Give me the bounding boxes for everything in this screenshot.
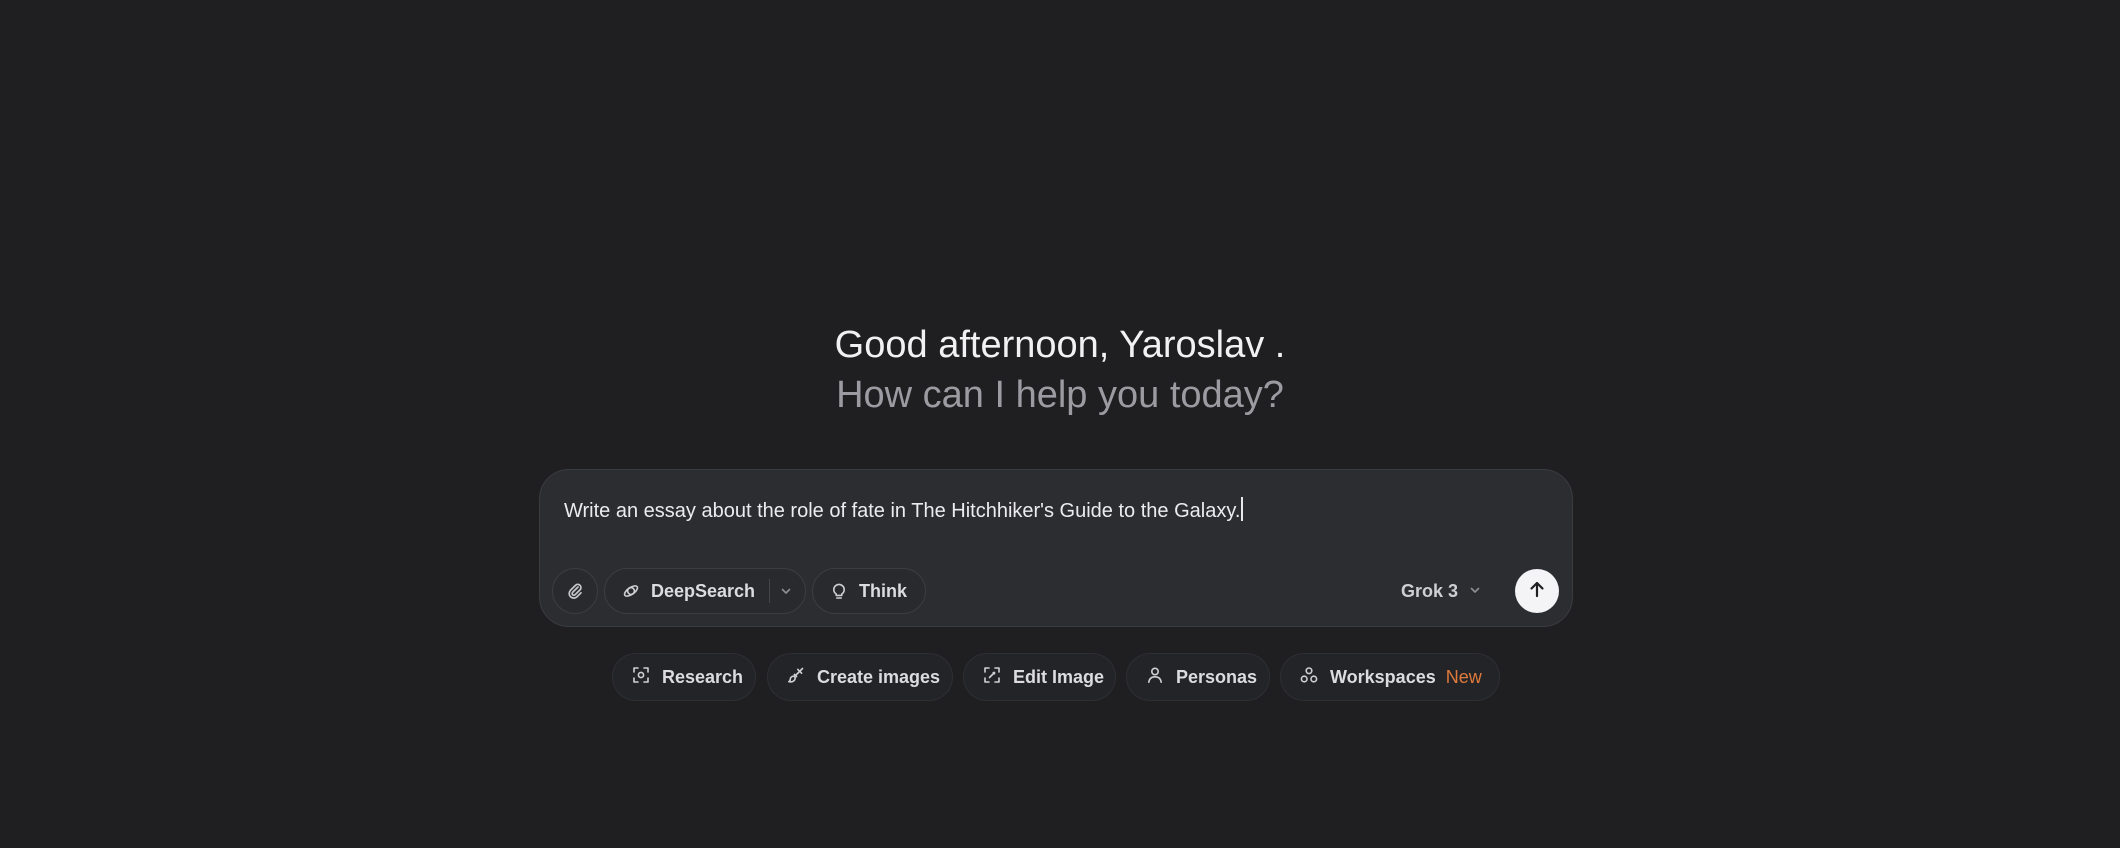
workspaces-label: Workspaces — [1330, 666, 1436, 687]
workspaces-icon — [1299, 665, 1319, 690]
prompt-text: Write an essay about the role of fate in… — [564, 500, 1241, 522]
deepsearch-button[interactable]: DeepSearch — [604, 568, 806, 614]
brush-icon — [786, 665, 806, 690]
create-images-button[interactable]: Create images — [767, 653, 953, 701]
paperclip-icon — [565, 581, 585, 601]
think-button[interactable]: Think — [812, 568, 926, 614]
deepsearch-icon — [621, 581, 641, 601]
chevron-down-icon — [1468, 581, 1482, 602]
text-caret — [1241, 497, 1244, 521]
chevron-down-icon[interactable] — [779, 584, 793, 598]
edit-image-label: Edit Image — [1013, 666, 1105, 687]
edit-image-button[interactable]: Edit Image — [963, 653, 1116, 701]
greeting-subtitle: How can I help you today? — [836, 374, 1284, 416]
new-badge: New — [1445, 666, 1482, 687]
personas-button[interactable]: Personas — [1126, 653, 1270, 701]
prompt-input[interactable]: Write an essay about the role of fate in… — [564, 497, 1244, 524]
greeting-title: Good afternoon, Yaroslav . — [834, 324, 1286, 366]
research-icon — [631, 665, 651, 690]
workspaces-button[interactable]: Workspaces New — [1280, 653, 1500, 701]
greeting: Good afternoon, Yaroslav . How can I hel… — [0, 320, 2120, 420]
prompt-composer[interactable]: Write an essay about the role of fate in… — [539, 469, 1573, 627]
edit-image-icon — [982, 665, 1002, 690]
attach-button[interactable] — [552, 568, 598, 614]
send-button[interactable] — [1515, 569, 1559, 613]
research-button[interactable]: Research — [612, 653, 756, 701]
think-label: Think — [859, 580, 907, 601]
research-label: Research — [662, 666, 744, 687]
person-icon — [1145, 665, 1165, 690]
composer-toolbar: DeepSearch Think Grok 3 — [552, 568, 1560, 614]
arrow-up-icon — [1526, 578, 1548, 605]
personas-label: Personas — [1176, 666, 1258, 687]
model-selector[interactable]: Grok 3 — [1401, 568, 1482, 614]
deepsearch-label: DeepSearch — [651, 580, 756, 601]
divider — [769, 579, 771, 603]
create-images-label: Create images — [817, 666, 941, 687]
quick-actions: Research Create images Edit Image Person… — [0, 653, 2120, 701]
lightbulb-icon — [829, 581, 849, 601]
model-label: Grok 3 — [1400, 580, 1458, 601]
